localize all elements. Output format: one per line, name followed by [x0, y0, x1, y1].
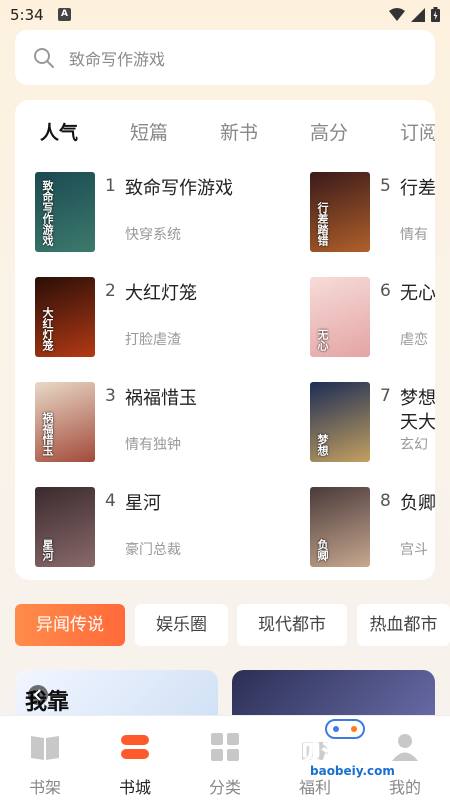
book-item[interactable]: 大红灯笼 2 大红灯笼打脸虐渣	[35, 277, 295, 357]
book-cover: 星河	[35, 487, 95, 567]
signal-icon	[411, 7, 425, 22]
grid-icon	[211, 733, 239, 761]
cover-title: 大红灯笼	[41, 307, 54, 351]
cover-title: 行差踏错	[316, 202, 329, 246]
cover-title: 梦想	[316, 434, 329, 456]
book-title: 梦想	[400, 388, 435, 409]
tab-new[interactable]: 新书	[220, 118, 258, 145]
book-item[interactable]: 行差踏错 5 行差情有	[310, 172, 435, 252]
book-item[interactable]: 祸福惜玉 3 祸福惜玉情有独钟	[35, 382, 295, 462]
nav-bookshelf[interactable]: 书架	[0, 716, 90, 800]
book-cover: 负卿	[310, 487, 370, 567]
book-tag: 情有	[400, 227, 428, 243]
book-rank: 3	[105, 386, 116, 406]
book-item[interactable]: 致命写作游戏 1 致命写作游戏快穿系统	[35, 172, 295, 252]
category-chip[interactable]: 娱乐圈	[135, 604, 228, 646]
book-rank: 4	[105, 491, 116, 511]
battery-icon	[431, 7, 440, 22]
tab-short[interactable]: 短篇	[130, 118, 168, 145]
book-tag: 虐恋	[400, 332, 428, 348]
store-icon	[121, 735, 149, 759]
notification-icon: A	[58, 8, 71, 21]
book-cover: 大红灯笼	[35, 277, 95, 357]
book-cover: 无心	[310, 277, 370, 357]
book-rank: 8	[380, 491, 391, 511]
book-title: 负卿	[400, 493, 435, 514]
nav-label: 书城	[118, 778, 151, 797]
book-tag: 豪门总裁	[125, 542, 181, 558]
book-tag: 玄幻	[400, 437, 428, 453]
book-cover: 梦想	[310, 382, 370, 462]
nav-store[interactable]: 书城	[90, 716, 180, 800]
back-circle-icon	[28, 685, 48, 705]
category-chip[interactable]: 现代都市	[237, 604, 347, 646]
ranking-card: 人气 短篇 新书 高分 订阅 致命写作游戏 1 致命写作游戏 快穿系统 大红灯笼 2 大红灯…	[15, 100, 435, 580]
cover-title: 星河	[41, 539, 54, 561]
book-title: 星河	[125, 493, 161, 514]
book-title: 致命写作游戏	[125, 178, 233, 199]
book-rank: 7	[380, 386, 391, 406]
book-item[interactable]: 无心 6 无心 虐恋	[310, 277, 435, 357]
tab-subscribe[interactable]: 订阅	[400, 118, 435, 145]
cover-title: 致命写作游戏	[41, 180, 54, 246]
book-tag: 打脸虐渣	[125, 332, 181, 348]
search-bar[interactable]: 致命写作游戏	[15, 30, 435, 85]
book-rank: 1	[105, 176, 116, 196]
status-icons	[389, 7, 440, 22]
cover-title: 无心	[316, 329, 329, 351]
wifi-icon	[389, 7, 405, 21]
nav-label: 书架	[28, 778, 61, 797]
book-icon	[31, 736, 59, 760]
watermark: 宝贝游戏网 baobeiy.com	[270, 718, 430, 798]
search-icon	[34, 47, 54, 68]
tab-high-score[interactable]: 高分	[310, 118, 348, 145]
book-tag: 宫斗	[400, 542, 428, 558]
book-rank: 6	[380, 281, 391, 301]
category-row: 异闻传说 娱乐圈 现代都市 热血都市	[15, 604, 450, 646]
nav-category[interactable]: 分类	[180, 716, 270, 800]
book-cover: 致命写作游戏	[35, 172, 95, 252]
book-title-line2: 天大	[400, 412, 435, 433]
book-item[interactable]: 负卿 8 负卿 宫斗	[310, 487, 435, 567]
book-rank: 5	[380, 176, 391, 196]
cover-title: 祸福惜玉	[41, 412, 54, 456]
watermark-url: baobeiy.com	[310, 764, 395, 778]
book-title: 大红灯笼	[125, 283, 197, 304]
book-tag: 快穿系统	[125, 227, 181, 243]
ranking-tabs: 人气 短篇 新书 高分 订阅	[15, 100, 435, 160]
nav-label: 分类	[208, 778, 241, 797]
search-placeholder: 致命写作游戏	[69, 49, 166, 69]
book-rank: 2	[105, 281, 116, 301]
category-chip[interactable]: 热血都市	[357, 604, 450, 646]
book-title: 无心	[400, 283, 435, 304]
book-tag: 情有独钟	[125, 437, 181, 453]
book-cover: 行差踏错	[310, 172, 370, 252]
status-bar: 5:34 A	[0, 0, 450, 30]
book-title: 行差	[400, 178, 435, 199]
status-time: 5:34	[10, 6, 44, 24]
book-item[interactable]: 梦想 7 梦想 天大 玄幻	[310, 382, 435, 462]
category-chip[interactable]: 异闻传说	[15, 604, 125, 646]
book-item[interactable]: 星河 4 星河 豪门总裁	[35, 487, 295, 567]
book-title: 祸福惜玉	[125, 388, 197, 409]
tab-popular[interactable]: 人气	[40, 118, 78, 145]
book-cover: 祸福惜玉	[35, 382, 95, 462]
cover-title: 负卿	[316, 539, 329, 561]
